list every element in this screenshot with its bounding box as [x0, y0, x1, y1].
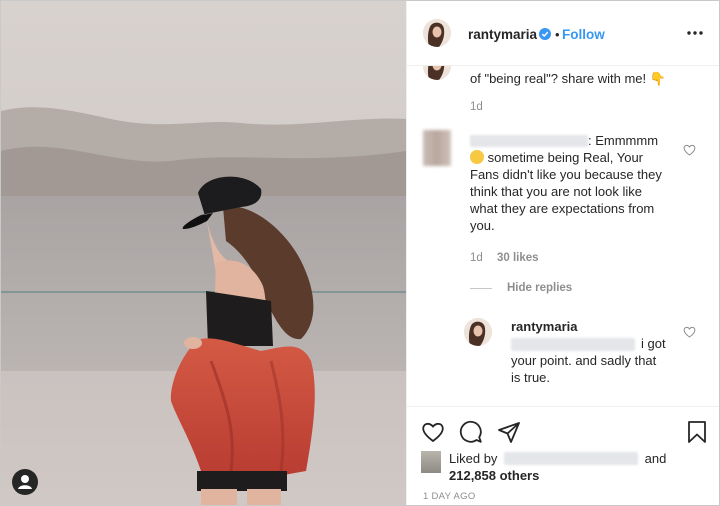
user-tag-icon[interactable] — [12, 469, 38, 495]
commenter-avatar[interactable] — [423, 130, 451, 166]
comment-line: sometime being Real, Your — [470, 149, 643, 166]
caption-time[interactable]: 1d — [470, 101, 483, 113]
share-send-icon[interactable] — [497, 420, 521, 444]
replies-divider — [470, 288, 492, 289]
reply-like-icon[interactable] — [683, 326, 696, 338]
redacted-username — [470, 135, 588, 147]
reply-line: your point. and sadly that — [511, 353, 657, 368]
comment-bubble-icon[interactable] — [459, 420, 483, 444]
comment-likes[interactable]: 30 likes — [497, 252, 539, 264]
reply-username[interactable]: rantymaria — [511, 318, 577, 335]
post-actions: Liked by and 212,858 others 1 DAY AGO — [407, 406, 719, 505]
redacted-liker[interactable] — [504, 452, 639, 465]
verified-badge-icon — [539, 28, 551, 40]
liker-thumbnail[interactable] — [421, 451, 441, 473]
likes-count[interactable]: 212,858 others — [449, 468, 539, 483]
comment-line: Fans didn't like you because they — [470, 167, 662, 182]
post-photo[interactable] — [1, 1, 406, 505]
author-username[interactable]: rantymaria — [468, 27, 537, 42]
reply-line: is true. — [511, 370, 551, 385]
comment-line: you. — [470, 218, 495, 233]
likes-and: and — [644, 451, 667, 466]
save-bookmark-icon[interactable] — [685, 420, 709, 444]
caption-avatar[interactable] — [423, 66, 451, 80]
thinking-emoji-icon — [470, 150, 484, 164]
comment-line: what they are expectations from — [470, 201, 655, 216]
post-timestamp[interactable]: 1 DAY AGO — [423, 491, 476, 502]
comments-list[interactable]: of "being real"? share with me! 👇 1d : E… — [407, 66, 719, 406]
likes-summary: Liked by and 212,858 others — [449, 450, 709, 484]
liked-by-label: Liked by — [449, 451, 498, 466]
reply-line: i got — [641, 336, 666, 351]
follow-button[interactable]: Follow — [562, 27, 605, 42]
hide-replies-button[interactable]: Hide replies — [507, 282, 572, 294]
comment-time[interactable]: 1d — [470, 252, 483, 264]
caption-text: of "being real"? share with me! 👇 — [470, 71, 666, 86]
more-options-icon[interactable] — [685, 25, 705, 41]
post-panel: rantymaria • Follow of "being real"? sha… — [406, 1, 719, 505]
like-heart-icon[interactable] — [421, 420, 445, 444]
author-avatar[interactable] — [423, 19, 451, 47]
redacted-mention — [511, 338, 635, 351]
comment-like-icon[interactable] — [683, 144, 696, 156]
photo-image — [1, 1, 406, 505]
post-modal: rantymaria • Follow of "being real"? sha… — [0, 0, 720, 506]
post-header: rantymaria • Follow — [407, 1, 719, 66]
comment-line: think that you are not look like — [470, 184, 642, 199]
header-separator: • — [555, 27, 560, 42]
comment-line: : Emmmmm — [588, 133, 659, 148]
reply-avatar[interactable] — [464, 318, 492, 346]
